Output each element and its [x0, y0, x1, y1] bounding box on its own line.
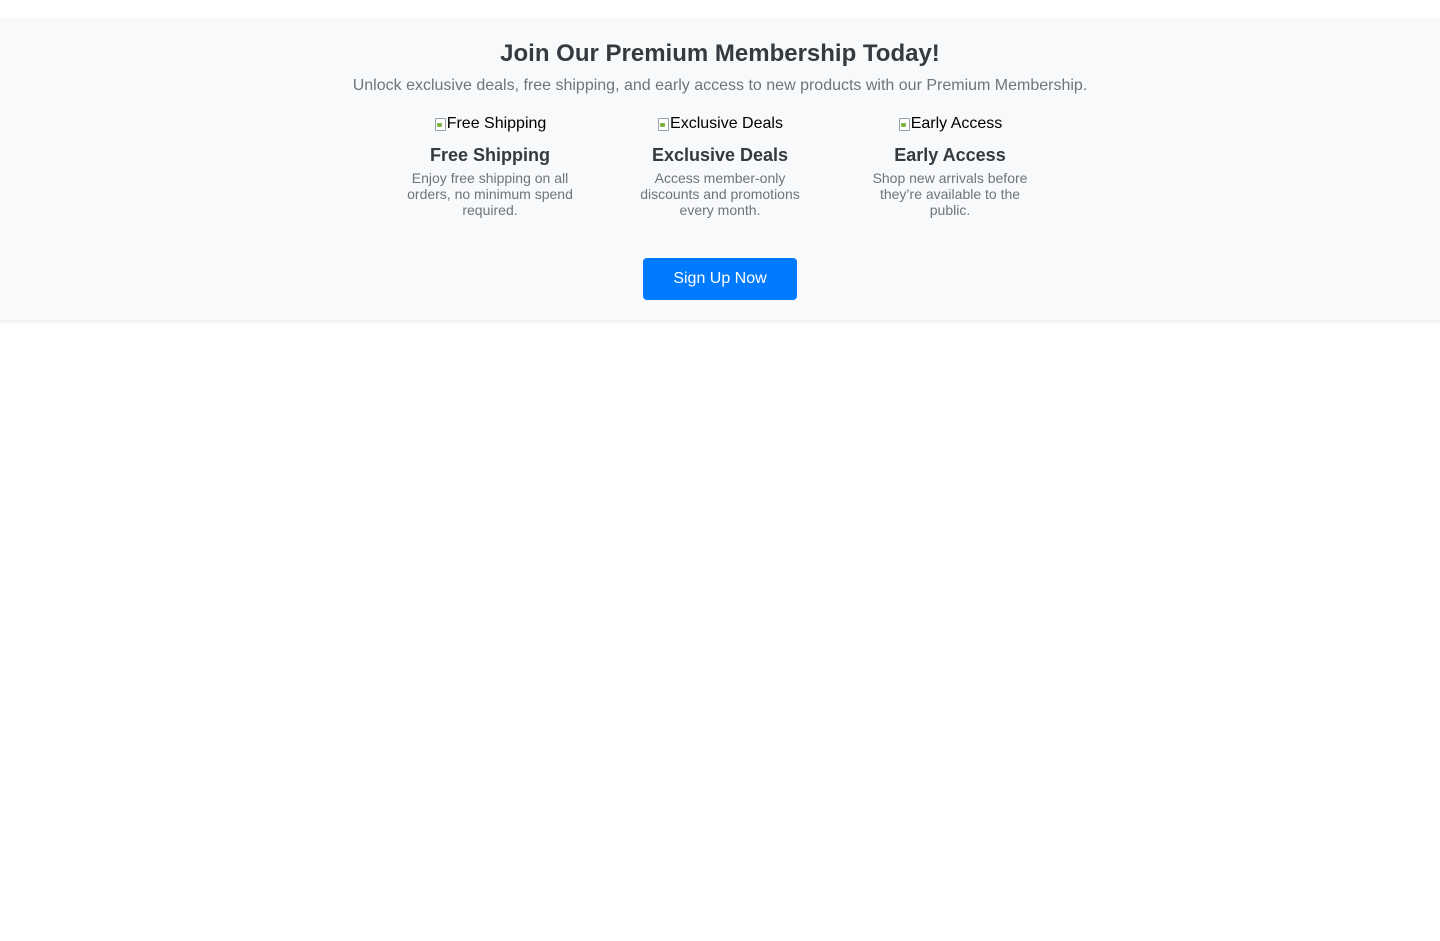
promo-subtitle: Unlock exclusive deals, free shipping, a… [352, 77, 1088, 94]
broken-image-icon [657, 117, 670, 131]
broken-image-icon [898, 117, 910, 131]
benefit-image: Free Shipping [434, 114, 547, 134]
benefit-exclusive-deals: Exclusive Deals Exclusive Deals Access m… [620, 114, 820, 218]
benefit-title: Early Access [894, 145, 1006, 165]
benefit-image-alt: Free Shipping [446, 115, 547, 132]
benefit-image: Exclusive Deals [657, 114, 783, 134]
benefit-early-access: Early Access Early Access Shop new arriv… [850, 114, 1050, 218]
benefit-description: Access member-only discounts and promoti… [640, 170, 800, 218]
benefit-image-alt: Exclusive Deals [670, 115, 783, 132]
benefits-list: Free Shipping Free Shipping Enjoy free s… [0, 114, 1440, 218]
benefit-title: Free Shipping [429, 145, 550, 165]
benefit-title: Exclusive Deals [651, 145, 789, 165]
benefit-description: Shop new arrivals before they’re availab… [872, 170, 1028, 218]
benefit-description: Enjoy free shipping on all orders, no mi… [407, 170, 573, 218]
promo-title: Join Our Premium Membership Today! [500, 40, 940, 67]
membership-promo-section: Join Our Premium Membership Today! Unloc… [0, 18, 1440, 320]
benefit-image-alt: Early Access [910, 115, 1003, 132]
benefit-image: Early Access [898, 114, 1003, 134]
broken-image-icon [434, 117, 446, 131]
benefit-free-shipping: Free Shipping Free Shipping Enjoy free s… [390, 114, 590, 218]
sign-up-button[interactable]: Sign Up Now [643, 258, 797, 300]
